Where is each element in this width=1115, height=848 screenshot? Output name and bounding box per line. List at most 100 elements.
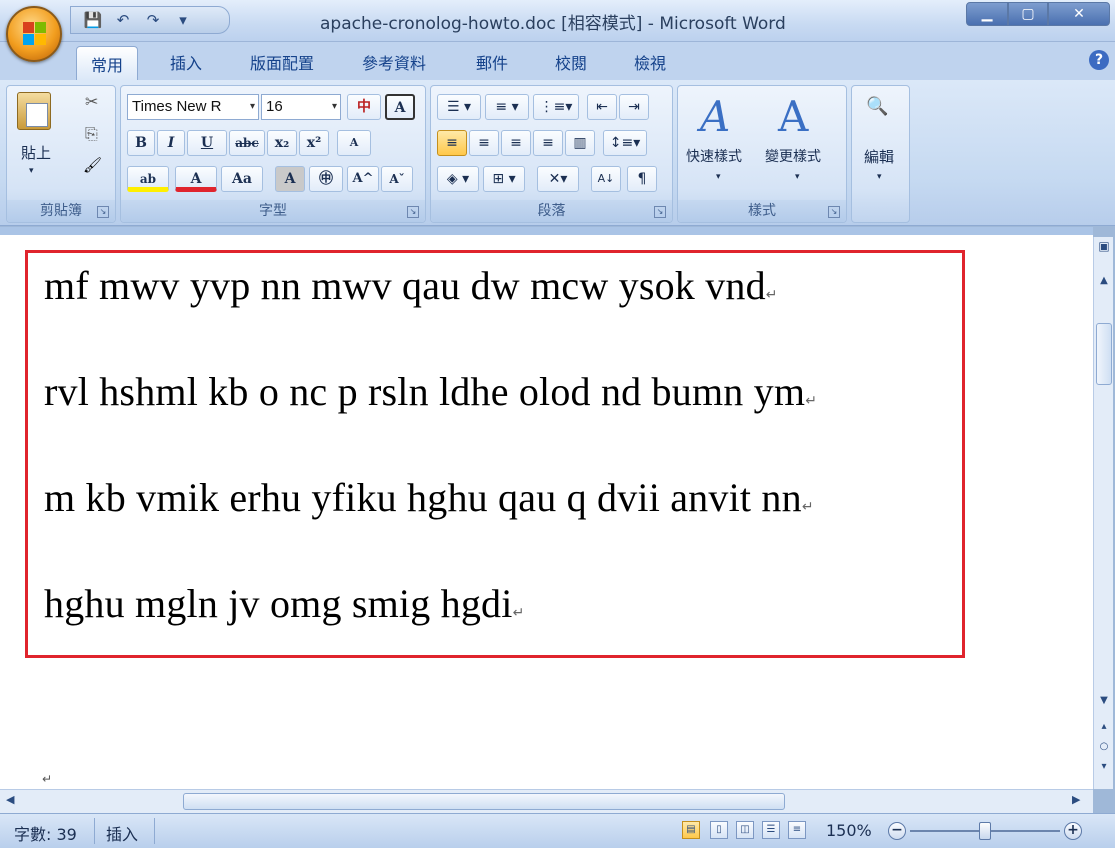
tab-home[interactable]: 常用	[76, 46, 139, 80]
quick-styles-button[interactable]: 快速樣式	[686, 146, 742, 166]
print-layout-view-icon[interactable]: ▤	[682, 821, 700, 839]
previous-page-icon[interactable]: ▴	[1095, 721, 1113, 732]
align-center-button[interactable]: ≡	[469, 130, 499, 156]
font-size-combo[interactable]: 16 ▾	[261, 94, 341, 120]
styles-launcher-icon[interactable]: ↘	[828, 206, 840, 218]
multilevel-list-button[interactable]: ⋮≡▾	[533, 94, 579, 120]
numbering-button[interactable]: ≡ ▾	[485, 94, 529, 120]
zoom-in-button[interactable]: +	[1064, 822, 1082, 840]
scroll-up-icon[interactable]: ▲	[1095, 275, 1113, 286]
decrease-indent-button[interactable]: ⇤	[587, 94, 617, 120]
font-name-dropdown-icon[interactable]: ▾	[250, 95, 255, 119]
vertical-scroll-thumb[interactable]	[1096, 323, 1112, 385]
quick-styles-dropdown-icon[interactable]: ▾	[716, 172, 721, 182]
clear-formatting-button[interactable]: A	[337, 130, 371, 156]
redo-icon[interactable]: ↷	[143, 11, 163, 29]
editing-button[interactable]: 編輯	[864, 146, 894, 167]
character-border-button[interactable]: A	[385, 94, 415, 120]
subscript-button[interactable]: x₂	[267, 130, 297, 156]
scroll-right-icon[interactable]: ▶	[1072, 793, 1080, 806]
line-spacing-button[interactable]: ↕≡▾	[603, 130, 647, 156]
tab-page-layout[interactable]: 版面配置	[250, 50, 314, 74]
paste-icon[interactable]	[17, 92, 51, 130]
change-styles-button[interactable]: 變更樣式	[765, 146, 821, 166]
shrink-font-button[interactable]: Aˇ	[381, 166, 413, 192]
change-case-button[interactable]: Aa	[221, 166, 263, 192]
next-page-icon[interactable]: ▾	[1095, 761, 1113, 772]
align-left-button[interactable]: ≡	[437, 130, 467, 156]
italic-button[interactable]: I	[157, 130, 185, 156]
superscript-button[interactable]: x²	[299, 130, 329, 156]
paragraph-mark-icon: ↵	[801, 499, 814, 515]
bold-button[interactable]: B	[127, 130, 155, 156]
document-line-text: hghu mgln jv omg smig hgdi	[44, 581, 513, 626]
quick-styles-icon[interactable]: A	[700, 92, 730, 141]
paragraph-launcher-icon[interactable]: ↘	[654, 206, 666, 218]
find-icon[interactable]: 🔍	[866, 96, 888, 117]
zoom-out-button[interactable]: −	[888, 822, 906, 840]
font-launcher-icon[interactable]: ↘	[407, 206, 419, 218]
document-line[interactable]: m kb vmik erhu yfiku hghu qau q dvii anv…	[44, 474, 814, 521]
cut-icon[interactable]: ✂	[85, 92, 98, 111]
horizontal-scrollbar[interactable]: ◀ ▶	[0, 789, 1093, 813]
undo-icon[interactable]: ↶	[113, 11, 133, 29]
full-screen-reading-view-icon[interactable]: ▯	[710, 821, 728, 839]
highlight-button[interactable]: ab	[127, 166, 169, 192]
zoom-level[interactable]: 150%	[826, 821, 872, 840]
grow-font-button[interactable]: A^	[347, 166, 379, 192]
scroll-down-icon[interactable]: ▼	[1095, 695, 1113, 706]
scroll-left-icon[interactable]: ◀	[6, 793, 14, 806]
show-marks-button[interactable]: ¶	[627, 166, 657, 192]
save-icon[interactable]: 💾	[83, 11, 103, 29]
maximize-button[interactable]: ▢	[1008, 2, 1048, 26]
tab-insert[interactable]: 插入	[170, 50, 202, 74]
draft-view-icon[interactable]: ≡	[788, 821, 806, 839]
office-button[interactable]	[6, 6, 62, 62]
tab-references[interactable]: 參考資料	[362, 50, 426, 74]
asian-layout-button[interactable]: ✕▾	[537, 166, 579, 192]
copy-icon[interactable]: ⎘	[85, 124, 98, 144]
help-icon[interactable]: ?	[1089, 50, 1109, 70]
sort-button[interactable]: A↓	[591, 166, 621, 192]
borders-button[interactable]: ⊞ ▾	[483, 166, 525, 192]
web-layout-view-icon[interactable]: ◫	[736, 821, 754, 839]
font-name-combo[interactable]: Times New R ▾	[127, 94, 259, 120]
character-shading-button[interactable]: A	[275, 166, 305, 192]
font-color-button[interactable]: A	[175, 166, 217, 192]
browse-object-icon[interactable]: ○	[1095, 741, 1113, 752]
horizontal-scroll-thumb[interactable]	[183, 793, 785, 810]
tab-mailings[interactable]: 郵件	[476, 50, 508, 74]
format-painter-icon[interactable]: 🖌	[83, 156, 102, 174]
word-count[interactable]: 字數: 39	[14, 821, 77, 845]
vertical-scrollbar[interactable]: ▣ ▲ ▼ ▴ ○ ▾	[1093, 237, 1113, 789]
document-line[interactable]: rvl hshml kb o nc p rsln ldhe olod nd bu…	[44, 368, 817, 415]
customize-qat-icon[interactable]: ▾	[173, 11, 193, 29]
align-right-button[interactable]: ≡	[501, 130, 531, 156]
change-styles-icon[interactable]: A	[778, 92, 808, 141]
editing-dropdown-icon[interactable]: ▾	[877, 172, 882, 182]
paste-dropdown-icon[interactable]: ▾	[29, 166, 34, 176]
clipboard-launcher-icon[interactable]: ↘	[97, 206, 109, 218]
shading-button[interactable]: ◈ ▾	[437, 166, 479, 192]
minimize-button[interactable]: ▁	[966, 2, 1008, 26]
ruler-toggle-icon[interactable]: ▣	[1095, 239, 1113, 253]
tab-view[interactable]: 檢視	[634, 50, 666, 74]
insert-mode[interactable]: 插入	[106, 821, 138, 845]
strikethrough-button[interactable]: abc	[229, 130, 265, 156]
outline-view-icon[interactable]: ☰	[762, 821, 780, 839]
close-button[interactable]: ✕	[1048, 2, 1110, 26]
underline-button[interactable]: U	[187, 130, 227, 156]
distributed-button[interactable]: ▥	[565, 130, 595, 156]
paste-button-label[interactable]: 貼上	[21, 142, 51, 163]
increase-indent-button[interactable]: ⇥	[619, 94, 649, 120]
change-styles-dropdown-icon[interactable]: ▾	[795, 172, 800, 182]
document-line[interactable]: hghu mgln jv omg smig hgdi↵	[44, 580, 525, 627]
font-size-dropdown-icon[interactable]: ▾	[332, 95, 337, 119]
phonetic-guide-button[interactable]: 中	[347, 94, 381, 120]
zoom-slider-thumb[interactable]	[979, 822, 991, 840]
justify-button[interactable]: ≡	[533, 130, 563, 156]
bullets-button[interactable]: ☰ ▾	[437, 94, 481, 120]
tab-review[interactable]: 校閱	[555, 50, 587, 74]
enclose-characters-button[interactable]: ㊥	[309, 166, 343, 192]
document-line[interactable]: mf mwv yvp nn mwv qau dw mcw ysok vnd↵	[44, 262, 778, 309]
